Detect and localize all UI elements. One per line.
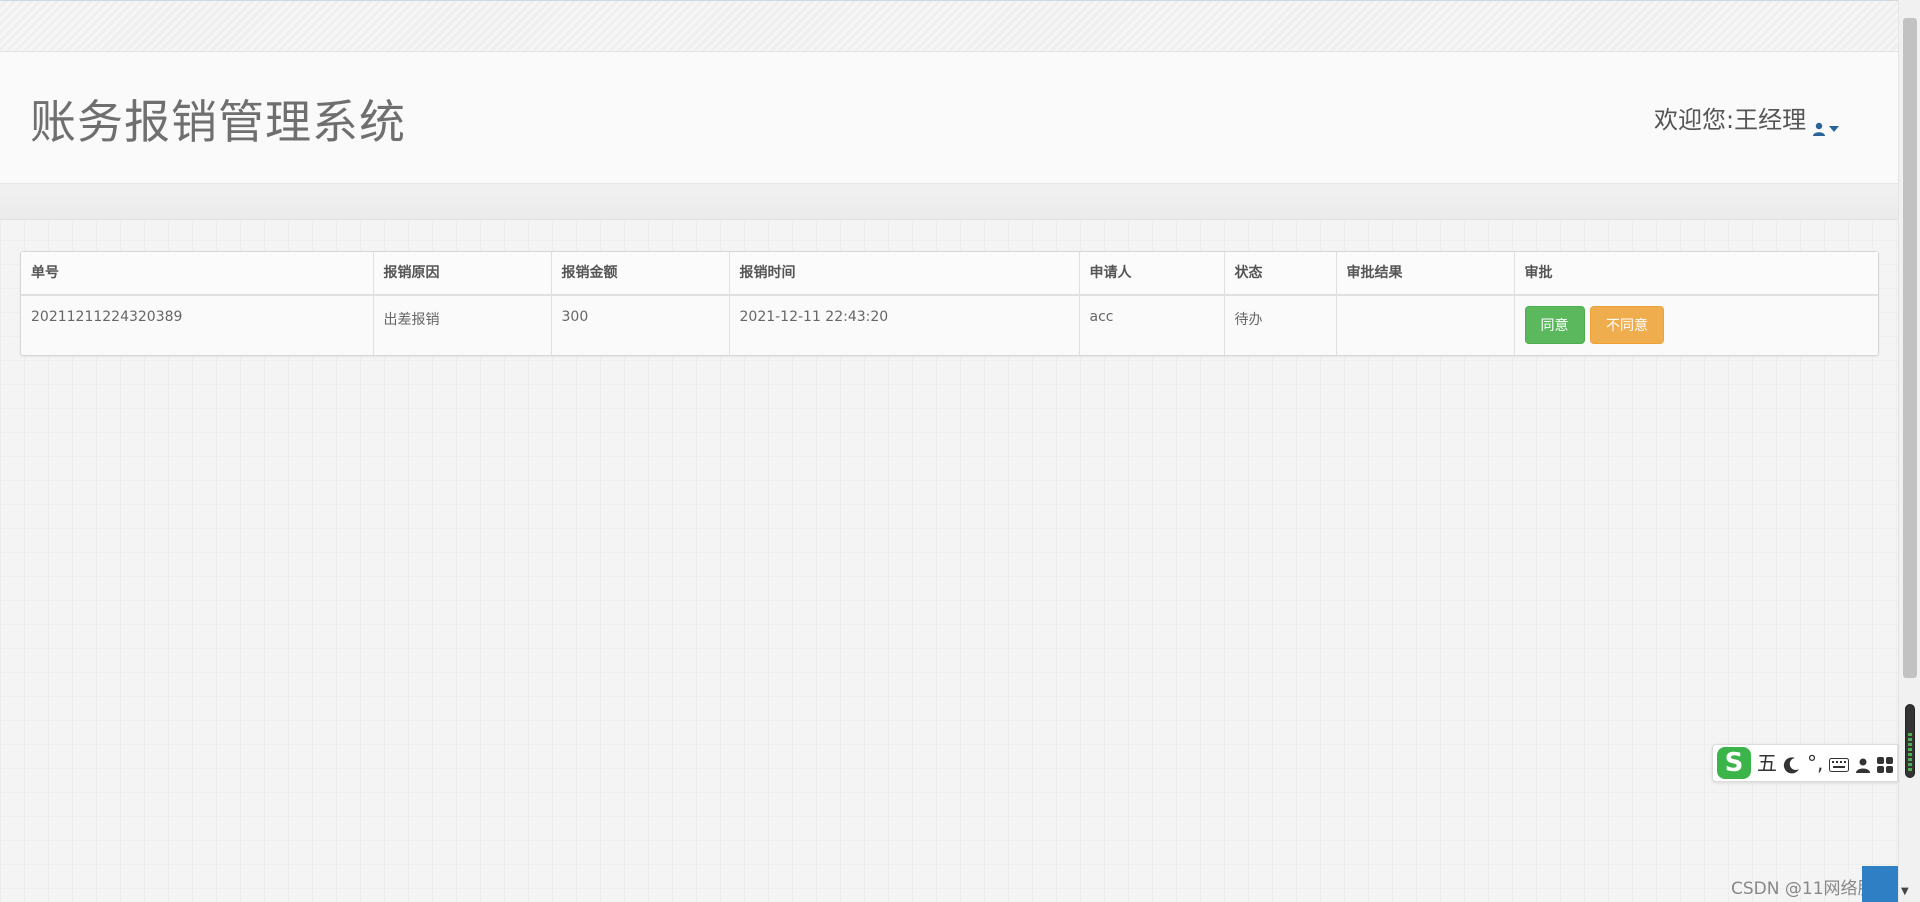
table-header-row: 单号 报销原因 报销金额 报销时间 申请人 状态 审批结果 审批 bbox=[21, 252, 1878, 296]
ime-toolbar[interactable]: S 五 °, bbox=[1712, 744, 1898, 782]
scroll-down-arrow-icon[interactable]: ▼ bbox=[1901, 886, 1909, 897]
reject-button[interactable]: 不同意 bbox=[1589, 306, 1664, 344]
reimbursement-table: 单号 报销原因 报销金额 报销时间 申请人 状态 审批结果 审批 2021121… bbox=[20, 251, 1879, 356]
grid-icon[interactable] bbox=[1877, 744, 1894, 782]
welcome-text: 欢迎您:王经理 bbox=[1654, 106, 1807, 134]
moon-icon[interactable] bbox=[1783, 744, 1801, 782]
top-strip bbox=[0, 0, 1898, 52]
user-icon bbox=[1812, 122, 1826, 136]
cell-reason: 出差报销 bbox=[373, 295, 552, 355]
cell-result bbox=[1336, 295, 1515, 355]
ime-mode-label[interactable]: 五 bbox=[1757, 744, 1777, 782]
table-row: 20211211224320389 出差报销 300 2021-12-11 22… bbox=[21, 295, 1878, 355]
ime-volume-indicator bbox=[1905, 704, 1915, 778]
header-reason: 报销原因 bbox=[373, 252, 552, 296]
scrollbar-thumb[interactable] bbox=[1903, 18, 1917, 678]
header-id: 单号 bbox=[21, 252, 374, 296]
sub-navbar bbox=[0, 184, 1898, 220]
user-icon[interactable] bbox=[1855, 744, 1871, 782]
ime-logo-icon[interactable]: S bbox=[1717, 747, 1751, 779]
cell-amount: 300 bbox=[551, 295, 730, 355]
ime-punct-label[interactable]: °, bbox=[1807, 744, 1823, 782]
header-result: 审批结果 bbox=[1336, 252, 1515, 296]
user-menu-toggle[interactable] bbox=[1812, 122, 1839, 136]
approve-button[interactable]: 同意 bbox=[1524, 306, 1585, 344]
app-title: 账务报销管理系统 bbox=[30, 95, 406, 149]
cell-actions: 同意 不同意 bbox=[1514, 295, 1878, 355]
cell-applicant: acc bbox=[1079, 295, 1225, 355]
header-amount: 报销金额 bbox=[551, 252, 730, 296]
corner-widget[interactable] bbox=[1862, 866, 1898, 902]
header-approve: 审批 bbox=[1514, 252, 1878, 296]
cell-time: 2021-12-11 22:43:20 bbox=[729, 295, 1080, 355]
cell-id: 20211211224320389 bbox=[21, 295, 374, 355]
keyboard-icon[interactable] bbox=[1829, 744, 1850, 782]
cell-status: 待办 bbox=[1224, 295, 1337, 355]
page-header: 账务报销管理系统 欢迎您:王经理 bbox=[0, 52, 1898, 184]
header-time: 报销时间 bbox=[729, 252, 1080, 296]
caret-down-icon bbox=[1829, 126, 1839, 132]
header-applicant: 申请人 bbox=[1079, 252, 1225, 296]
header-status: 状态 bbox=[1224, 252, 1337, 296]
